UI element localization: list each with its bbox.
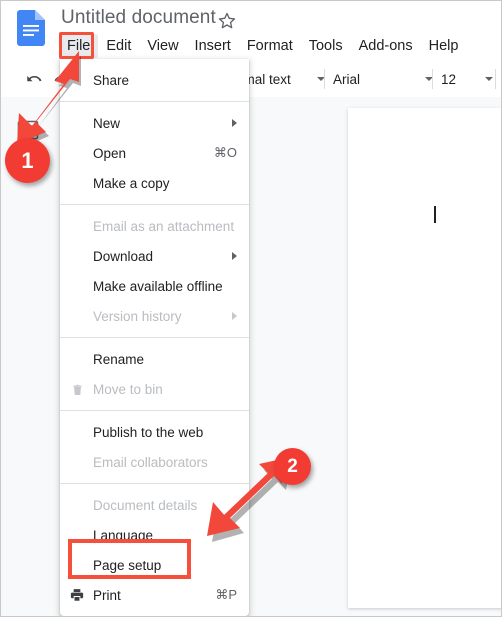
menu-file[interactable]: File (59, 34, 99, 58)
menuitem-language[interactable]: Language (60, 520, 249, 550)
undo-icon[interactable] (25, 70, 43, 88)
menu-separator (60, 337, 249, 338)
title-bar: Untitled document File Edit View Insert … (1, 1, 501, 59)
menu-separator (60, 101, 249, 102)
menuitem-label: Email as an attachment (93, 218, 235, 234)
menuitem-label: Move to bin (93, 381, 163, 397)
menuitem-label: Publish to the web (93, 424, 204, 440)
chevron-right-icon (232, 312, 237, 320)
menuitem-document-details: Document details (60, 490, 249, 520)
chevron-down-icon (485, 77, 493, 81)
font-family-dropdown[interactable]: Arial (333, 67, 433, 91)
font-size-value: 12 (441, 71, 457, 87)
menu-addons[interactable]: Add-ons (351, 34, 421, 58)
menuitem-email-as-attachment: Email as an attachment (60, 211, 249, 241)
menuitem-print[interactable]: Print ⌘P (60, 580, 249, 610)
printer-icon (69, 587, 85, 603)
menu-separator (60, 410, 249, 411)
menuitem-label: Make a copy (93, 175, 170, 191)
menu-edit[interactable]: Edit (98, 34, 139, 58)
menuitem-new[interactable]: New (60, 108, 249, 138)
menuitem-label: Language (93, 527, 154, 543)
google-docs-window: Untitled document File Edit View Insert … (0, 0, 502, 617)
menuitem-label: Email collaborators (93, 454, 208, 470)
menu-insert[interactable]: Insert (187, 34, 239, 58)
menu-view[interactable]: View (139, 34, 186, 58)
menu-tools[interactable]: Tools (301, 34, 351, 58)
menuitem-label: Share (93, 72, 130, 88)
menu-separator (60, 204, 249, 205)
chevron-right-icon (232, 119, 237, 127)
annotation-badge-1: 1 (5, 138, 50, 183)
toolbar-divider (432, 69, 433, 89)
text-cursor (434, 206, 436, 223)
page-title[interactable]: Untitled document (61, 7, 216, 29)
font-size-dropdown[interactable]: 12 (441, 67, 493, 91)
menuitem-move-to-bin: Move to bin (60, 374, 249, 404)
menuitem-make-available-offline[interactable]: Make available offline (60, 271, 249, 301)
menuitem-share[interactable]: Share (60, 65, 249, 95)
menuitem-label: Print (93, 587, 121, 603)
menu-separator (60, 483, 249, 484)
menu-format[interactable]: Format (239, 34, 301, 58)
menuitem-version-history: Version history (60, 301, 249, 331)
menuitem-label: Version history (93, 308, 182, 324)
menuitem-email-collaborators: Email collaborators (60, 447, 249, 477)
toolbar-divider (495, 69, 496, 89)
menuitem-label: New (93, 115, 121, 131)
file-dropdown-menu: Share New Open ⌘O Make a copy Email as a… (60, 59, 249, 616)
star-outline-icon[interactable] (217, 11, 237, 31)
chevron-right-icon (232, 252, 237, 260)
menuitem-shortcut: ⌘P (215, 587, 237, 602)
menuitem-shortcut: ⌘O (213, 145, 237, 160)
menuitem-label: Rename (93, 351, 145, 367)
font-family-value: Arial (333, 71, 361, 87)
menuitem-publish-to-the-web[interactable]: Publish to the web (60, 417, 249, 447)
annotation-badge-2: 2 (274, 448, 311, 485)
document-page[interactable] (348, 108, 501, 608)
menuitem-label: Open (93, 145, 127, 161)
menuitem-label: Document details (93, 497, 198, 513)
menuitem-label: Make available offline (93, 278, 223, 294)
menuitem-label: Page setup (93, 557, 162, 573)
paragraph-style-dropdown[interactable]: rmal text (239, 67, 325, 91)
menuitem-label: Download (93, 248, 154, 264)
menuitem-make-a-copy[interactable]: Make a copy (60, 168, 249, 198)
menu-help[interactable]: Help (421, 34, 467, 58)
menu-bar: File Edit View Insert Format Tools Add-o… (59, 34, 466, 58)
toolbar-divider (324, 69, 325, 89)
trash-icon (69, 381, 85, 397)
menuitem-rename[interactable]: Rename (60, 344, 249, 374)
google-docs-icon[interactable] (17, 10, 45, 46)
menuitem-page-setup[interactable]: Page setup (60, 550, 249, 580)
menuitem-open[interactable]: Open ⌘O (60, 138, 249, 168)
menuitem-download[interactable]: Download (60, 241, 249, 271)
